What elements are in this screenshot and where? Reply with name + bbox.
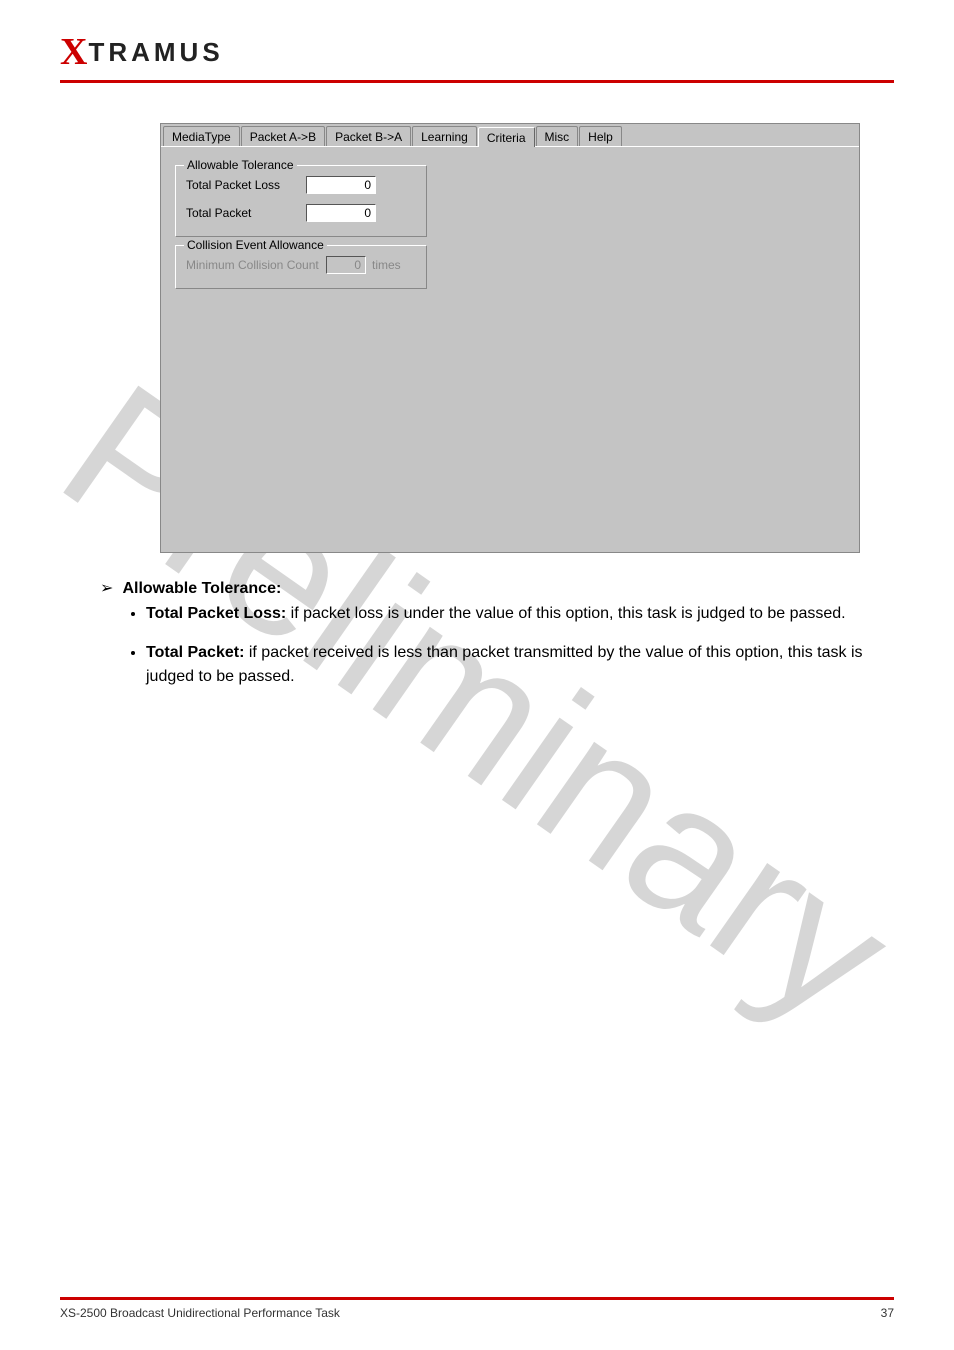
tab-criteria[interactable]: Criteria bbox=[478, 127, 535, 147]
logo-rest: TRAMUS bbox=[88, 37, 223, 68]
tab-mediatype[interactable]: MediaType bbox=[163, 126, 240, 146]
total-packet-loss-input[interactable]: 0 bbox=[306, 176, 376, 194]
collision-event-allowance-legend: Collision Event Allowance bbox=[184, 238, 327, 252]
section-title: Allowable Tolerance: bbox=[122, 580, 281, 597]
tab-learning[interactable]: Learning bbox=[412, 126, 477, 146]
bullet-total-packet-loss: Total Packet Loss: if packet loss is und… bbox=[146, 602, 900, 627]
brand-logo: X TRAMUS bbox=[60, 30, 894, 74]
minimum-collision-count-label: Minimum Collision Count bbox=[186, 258, 326, 272]
arrow-icon: ➢ bbox=[100, 577, 118, 602]
tab-misc[interactable]: Misc bbox=[536, 126, 579, 146]
footer-left: XS-2500 Broadcast Unidirectional Perform… bbox=[60, 1306, 340, 1320]
collision-event-allowance-group: Collision Event Allowance Minimum Collis… bbox=[175, 245, 427, 289]
total-packet-loss-label: Total Packet Loss bbox=[186, 178, 306, 192]
settings-panel: MediaType Packet A->B Packet B->A Learni… bbox=[160, 123, 860, 553]
bullet-total-packet: Total Packet: if packet received is less… bbox=[146, 641, 900, 691]
allowable-tolerance-legend: Allowable Tolerance bbox=[184, 158, 297, 172]
logo-x-letter: X bbox=[60, 30, 86, 74]
minimum-collision-count-unit: times bbox=[372, 258, 401, 272]
total-packet-input[interactable]: 0 bbox=[306, 204, 376, 222]
minimum-collision-count-input: 0 bbox=[326, 256, 366, 274]
bullet-2-rest: if packet received is less than packet t… bbox=[146, 644, 863, 686]
footer-right: 37 bbox=[881, 1306, 894, 1320]
page-footer: XS-2500 Broadcast Unidirectional Perform… bbox=[60, 1297, 894, 1320]
tab-help[interactable]: Help bbox=[579, 126, 622, 146]
tab-packet-b-a[interactable]: Packet B->A bbox=[326, 126, 411, 146]
bullet-2-bold: Total Packet: bbox=[146, 644, 244, 661]
bullet-1-rest: if packet loss is under the value of thi… bbox=[286, 605, 845, 622]
bullet-1-bold: Total Packet Loss: bbox=[146, 605, 286, 622]
header-rule bbox=[60, 80, 894, 83]
footer-rule bbox=[60, 1297, 894, 1300]
allowable-tolerance-group: Allowable Tolerance Total Packet Loss 0 … bbox=[175, 165, 427, 237]
document-text: ➢ Allowable Tolerance: Total Packet Loss… bbox=[100, 577, 900, 690]
tab-packet-a-b[interactable]: Packet A->B bbox=[241, 126, 325, 146]
total-packet-label: Total Packet bbox=[186, 206, 306, 220]
tabs-row: MediaType Packet A->B Packet B->A Learni… bbox=[161, 124, 859, 146]
tab-body: Allowable Tolerance Total Packet Loss 0 … bbox=[161, 146, 859, 552]
